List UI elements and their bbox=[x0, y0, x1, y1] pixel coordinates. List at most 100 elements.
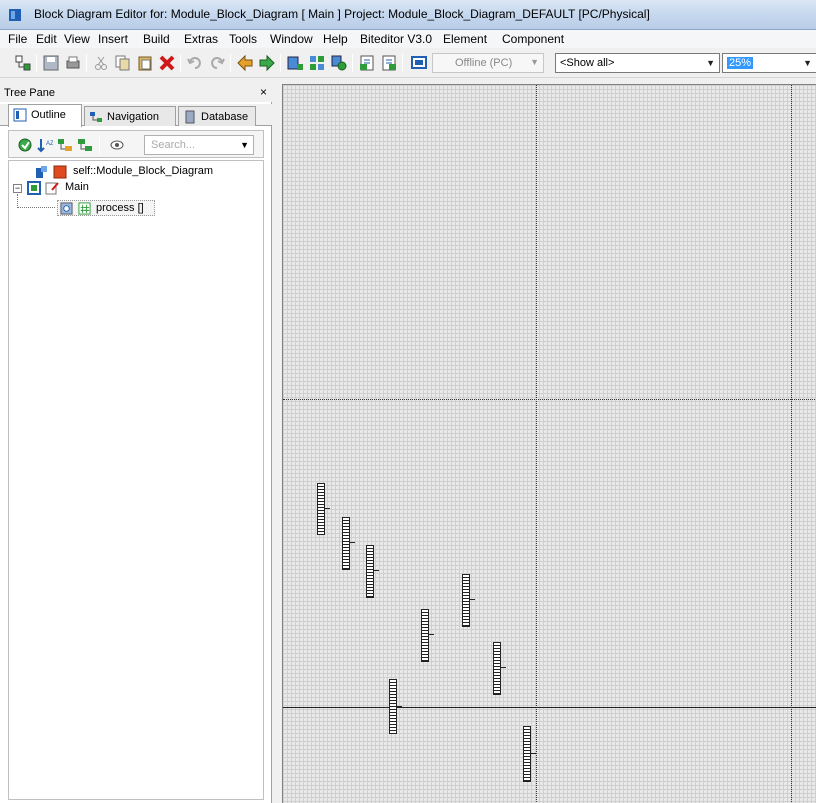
tree-pane-header: Tree Pane × bbox=[0, 84, 272, 102]
database-icon bbox=[185, 110, 195, 124]
menu-component[interactable]: Component bbox=[502, 32, 564, 46]
menu-biteditor[interactable]: Biteditor V3.0 bbox=[360, 32, 432, 46]
diagram-block[interactable] bbox=[421, 609, 434, 662]
toolbar-separator bbox=[230, 54, 231, 72]
menu-insert[interactable]: Insert bbox=[98, 32, 128, 46]
collapse-all-icon[interactable] bbox=[77, 137, 93, 153]
copy-icon[interactable] bbox=[114, 54, 132, 72]
module-icon bbox=[53, 165, 67, 179]
toolbar-separator bbox=[86, 54, 87, 72]
export-icon[interactable] bbox=[380, 54, 398, 72]
tree-node-label: process [] bbox=[96, 202, 144, 214]
offline-mode-dropdown[interactable]: Offline (PC) ▼ bbox=[432, 53, 544, 73]
search-placeholder: Search... bbox=[151, 139, 196, 151]
block-port bbox=[350, 542, 355, 543]
tree-connector bbox=[17, 194, 18, 208]
tab-outline[interactable]: Outline bbox=[8, 104, 82, 127]
new-block-icon[interactable] bbox=[14, 54, 32, 72]
block-port bbox=[470, 599, 475, 600]
insert-block-icon[interactable] bbox=[286, 54, 304, 72]
filter-value: <Show all> bbox=[560, 57, 615, 69]
menu-file[interactable]: File bbox=[8, 32, 27, 46]
main-toolbar: Offline (PC) ▼ <Show all> ▼ 25% ▼ bbox=[0, 48, 816, 78]
cut-icon[interactable] bbox=[92, 54, 110, 72]
tree-connector bbox=[17, 207, 55, 208]
tab-database[interactable]: Database bbox=[178, 106, 256, 126]
redo-icon[interactable] bbox=[208, 54, 226, 72]
block-port bbox=[325, 508, 330, 509]
tree-pane: Tree Pane × Outline Navigation Database … bbox=[0, 84, 272, 803]
diagram-block[interactable] bbox=[389, 679, 402, 734]
menu-build[interactable]: Build bbox=[143, 32, 170, 46]
menu-bar: File Edit View Insert Build Extras Tools… bbox=[0, 30, 816, 48]
menu-tools[interactable]: Tools bbox=[229, 32, 257, 46]
insert-connection-icon[interactable] bbox=[330, 54, 348, 72]
title-bar: Block Diagram Editor for: Module_Block_D… bbox=[0, 0, 816, 30]
process-icon bbox=[60, 202, 73, 215]
diagram-block[interactable] bbox=[462, 574, 475, 627]
diagram-block[interactable] bbox=[366, 545, 379, 598]
insert-component-icon[interactable] bbox=[308, 54, 326, 72]
tree-toolbar: AZ Search... ▼ bbox=[8, 130, 264, 158]
menu-extras[interactable]: Extras bbox=[184, 32, 218, 46]
menu-view[interactable]: View bbox=[64, 32, 90, 46]
chevron-down-icon: ▼ bbox=[240, 140, 249, 150]
navigate-forward-icon[interactable] bbox=[258, 54, 276, 72]
close-icon[interactable]: × bbox=[260, 85, 267, 99]
sync-icon[interactable] bbox=[17, 137, 33, 153]
svg-text:AZ: AZ bbox=[46, 141, 53, 147]
block-port bbox=[397, 706, 402, 707]
search-input[interactable]: Search... ▼ bbox=[144, 135, 254, 155]
menu-edit[interactable]: Edit bbox=[36, 32, 57, 46]
toolbar-separator bbox=[402, 54, 403, 72]
tab-navigation[interactable]: Navigation bbox=[84, 106, 176, 126]
page-boundary-vertical bbox=[536, 85, 537, 803]
diagram-block[interactable] bbox=[342, 517, 355, 570]
toolbar-separator bbox=[180, 54, 181, 72]
sort-icon[interactable]: AZ bbox=[37, 137, 53, 153]
outline-tree: self::Module_Block_Diagram − Main proces… bbox=[8, 160, 264, 800]
delete-icon[interactable] bbox=[158, 54, 176, 72]
expand-all-icon[interactable] bbox=[57, 137, 73, 153]
paste-icon[interactable] bbox=[136, 54, 154, 72]
chevron-down-icon: ▼ bbox=[803, 58, 812, 68]
block-port bbox=[501, 667, 506, 668]
tab-label: Database bbox=[201, 111, 249, 123]
tab-label: Navigation bbox=[107, 111, 159, 123]
diagram-block[interactable] bbox=[317, 483, 330, 535]
tab-label: Outline bbox=[31, 109, 66, 121]
tree-pane-tabs: Outline Navigation Database bbox=[0, 104, 272, 127]
window-title: Block Diagram Editor for: Module_Block_D… bbox=[34, 7, 650, 21]
page-boundary-horizontal bbox=[283, 707, 816, 708]
tree-node-process[interactable]: process [] bbox=[57, 200, 155, 216]
outline-icon bbox=[13, 108, 27, 122]
menu-window[interactable]: Window bbox=[270, 32, 313, 46]
tree-pane-title: Tree Pane bbox=[4, 87, 55, 99]
expander-collapse[interactable]: − bbox=[13, 184, 22, 193]
toolbar-separator bbox=[99, 136, 100, 154]
save-icon[interactable] bbox=[42, 54, 60, 72]
import-icon[interactable] bbox=[358, 54, 376, 72]
diagram-block[interactable] bbox=[493, 642, 506, 695]
navigate-back-icon[interactable] bbox=[236, 54, 254, 72]
undo-icon[interactable] bbox=[186, 54, 204, 72]
block-diagram-icon bbox=[27, 181, 41, 195]
menu-help[interactable]: Help bbox=[323, 32, 348, 46]
menu-element[interactable]: Element bbox=[443, 32, 487, 46]
diagram-canvas[interactable] bbox=[282, 84, 816, 803]
zoom-dropdown[interactable]: 25% ▼ bbox=[722, 53, 816, 73]
online-status-icon[interactable] bbox=[410, 54, 428, 72]
page-boundary-vertical bbox=[791, 85, 792, 803]
edit-icon bbox=[45, 182, 59, 195]
block-port bbox=[429, 634, 434, 635]
filter-icon[interactable] bbox=[109, 137, 125, 153]
toolbar-separator bbox=[352, 54, 353, 72]
diagram-block[interactable] bbox=[523, 726, 536, 782]
chevron-down-icon: ▼ bbox=[706, 58, 715, 68]
filter-dropdown[interactable]: <Show all> ▼ bbox=[555, 53, 720, 73]
navigation-icon bbox=[90, 112, 102, 122]
project-icon bbox=[36, 166, 47, 178]
print-icon[interactable] bbox=[64, 54, 82, 72]
block-port bbox=[374, 570, 379, 571]
hash-icon bbox=[78, 202, 91, 215]
